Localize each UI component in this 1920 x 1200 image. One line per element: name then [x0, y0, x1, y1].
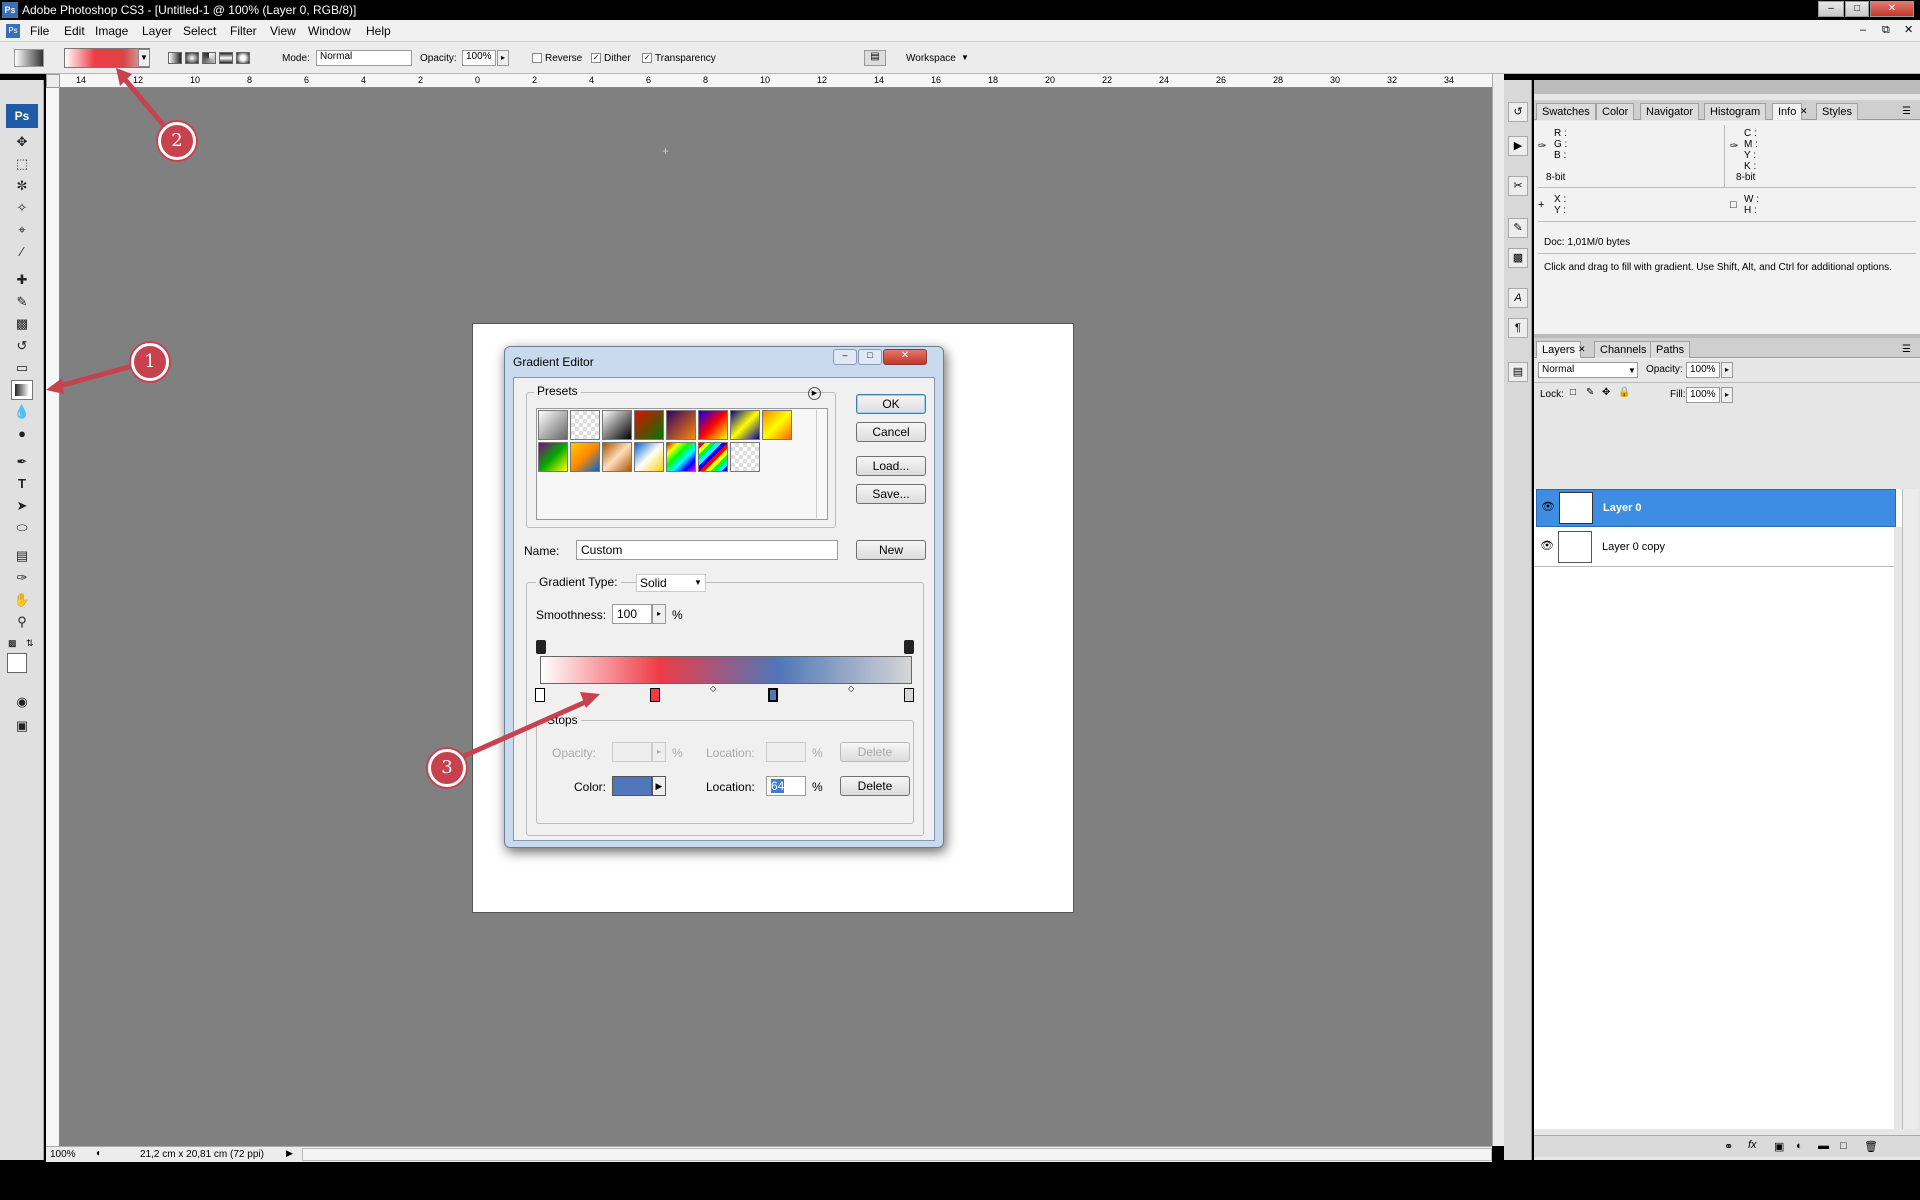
- arrowhead-1: [46, 378, 64, 394]
- arrow-3: [462, 697, 592, 759]
- callout-1: 1: [131, 343, 169, 381]
- callout-3: 3: [428, 749, 466, 787]
- annotation-arrows: [46, 68, 600, 759]
- arrow-2: [120, 74, 168, 130]
- callout-2: 2: [158, 122, 196, 160]
- arrow-1: [51, 361, 141, 391]
